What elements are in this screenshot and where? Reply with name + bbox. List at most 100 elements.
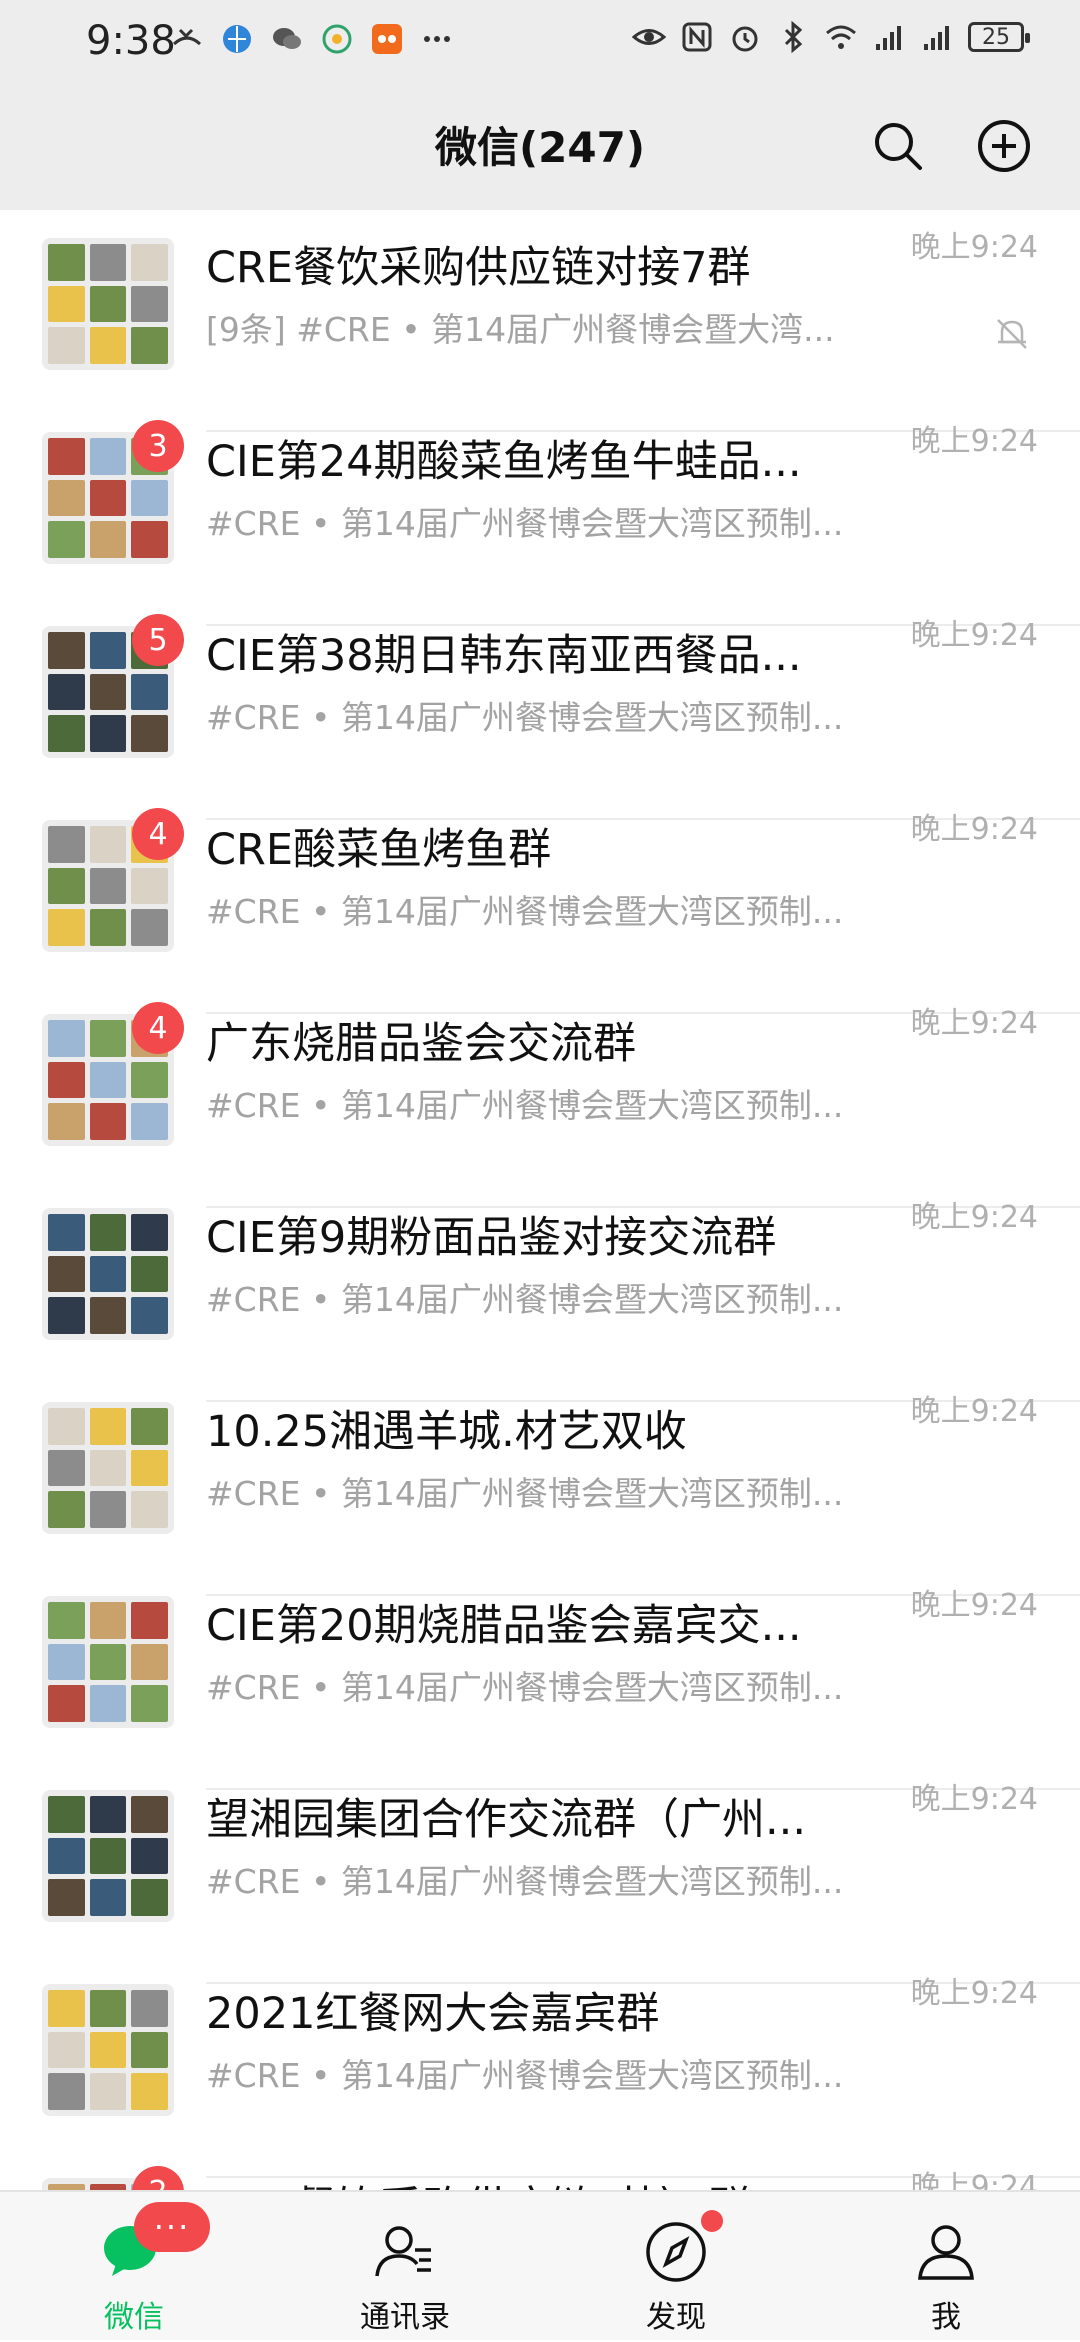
add-circle-icon[interactable]	[976, 118, 1032, 174]
chat-last-message: #CRE • 第14届广州餐博会暨大湾区预制...	[206, 1668, 844, 1707]
tab-chats-badge: ···	[134, 2202, 210, 2252]
chat-list-item[interactable]: 4 CRE酸菜鱼烤鱼群 #CRE • 第14届广州餐博会暨大湾区预制... 晚上9:2…	[0, 808, 1080, 1014]
avatar-tile	[89, 1990, 127, 2027]
avatar-tile	[48, 1061, 85, 1099]
chat-list-item[interactable]: CRE餐饮采购供应链对接7群 [9条] #CRE • 第14届广州餐博会暨大湾..…	[0, 230, 1080, 432]
browser-app-icon	[223, 25, 251, 53]
avatar-tile	[89, 521, 127, 558]
eye-icon	[632, 29, 666, 45]
chat-last-message: [9条] #CRE • 第14届广州餐博会暨大湾...	[206, 310, 835, 349]
tab-discover-label: 发现	[646, 2300, 706, 2335]
group-avatar	[42, 1402, 174, 1534]
avatar-tile	[89, 715, 127, 752]
avatar-tile	[89, 1643, 127, 1681]
avatar-tile	[48, 1879, 85, 1916]
chat-title: CIE第24期酸菜鱼烤鱼牛蛙品...	[206, 437, 802, 487]
chat-list-item[interactable]: 2021红餐网大会嘉宾群 #CRE • 第14届广州餐博会暨大湾区预制... 晚上9…	[0, 1976, 1080, 2178]
contacts-icon	[375, 2226, 431, 2277]
chat-time: 晚上9:24	[910, 1394, 1038, 1429]
avatar-tile	[89, 1796, 127, 1833]
avatar-tile	[89, 1685, 127, 1722]
chat-title: CRE餐饮采购供应链对接7群	[206, 243, 751, 293]
avatar-tile	[131, 909, 168, 946]
chat-list-item[interactable]: 4 广东烧腊品鉴会交流群 #CRE • 第14届广州餐博会暨大湾区预制... 晚上9:…	[0, 1002, 1080, 1208]
signal-icon	[876, 26, 901, 50]
avatar-tile	[48, 673, 85, 711]
avatar-tile	[131, 1297, 168, 1334]
avatar-tile	[48, 909, 85, 946]
avatar-tile	[131, 1990, 168, 2027]
chat-time: 晚上9:24	[910, 812, 1038, 847]
missed-call-icon	[172, 28, 202, 46]
chat-time: 晚上9:24	[910, 1976, 1038, 2011]
avatar-tile	[48, 244, 85, 281]
chat-list-item[interactable]: 10.25湘遇羊城.材艺双收 #CRE • 第14届广州餐博会暨大湾区预制... 晚…	[0, 1394, 1080, 1596]
group-avatar	[42, 1984, 174, 2116]
wechat-app-icon	[273, 28, 301, 49]
chat-title: CRE酸菜鱼烤鱼群	[206, 825, 552, 875]
avatar-tile	[131, 521, 168, 558]
chat-title: CIE第20期烧腊品鉴会嘉宾交...	[206, 1601, 802, 1651]
avatar-tile	[89, 244, 127, 281]
tab-chats-label: 微信	[104, 2300, 164, 2335]
chat-title: 望湘园集团合作交流群（广州...	[206, 1795, 807, 1845]
avatar-tile	[89, 1103, 127, 1140]
app-header: 微信(247)	[0, 84, 1080, 210]
chat-list-item[interactable]: CIE第20期烧腊品鉴会嘉宾交... #CRE • 第14届广州餐博会暨大湾区预制…	[0, 1588, 1080, 1790]
search-icon[interactable]	[870, 118, 926, 174]
bottom-tab-bar: ··· 微信 通讯录 发现 我	[0, 2190, 1080, 2340]
chat-last-message: #CRE • 第14届广州餐博会暨大湾区预制...	[206, 1862, 844, 1901]
avatar-tile	[89, 1449, 127, 1487]
chat-time: 晚上9:24	[910, 424, 1038, 459]
group-avatar	[42, 238, 174, 370]
chat-last-message: #CRE • 第14届广州餐博会暨大湾区预制...	[206, 1474, 844, 1513]
chat-list-item[interactable]: 2CRE餐饮采购供应链对接2群晚上9:24	[0, 2166, 1080, 2190]
tab-contacts[interactable]: 通讯录	[305, 2192, 505, 2342]
avatar-tile	[48, 2073, 85, 2110]
avatar-tile	[89, 2031, 127, 2069]
nfc-icon	[682, 22, 712, 52]
avatar-tile	[131, 1796, 168, 1833]
chat-list[interactable]: CRE餐饮采购供应链对接7群 [9条] #CRE • 第14届广州餐博会暨大湾..…	[0, 210, 1080, 2190]
avatar-tile	[131, 1837, 168, 1875]
avatar-tile	[48, 1255, 85, 1293]
avatar-tile	[89, 826, 127, 863]
avatar-tile	[131, 479, 168, 517]
chat-title: CRE餐饮采购供应链对接2群	[206, 2178, 856, 2190]
avatar-tile	[48, 2031, 85, 2069]
chat-last-message: #CRE • 第14届广州餐博会暨大湾区预制...	[206, 1280, 844, 1319]
avatar-tile	[48, 479, 85, 517]
chat-title: CIE第38期日韩东南亚西餐品...	[206, 631, 802, 681]
chat-app-icon	[322, 24, 352, 54]
chat-list-item[interactable]: 望湘园集团合作交流群（广州... #CRE • 第14届广州餐博会暨大湾区预制..…	[0, 1782, 1080, 1984]
chat-title: 10.25湘遇羊城.材艺双收	[206, 1407, 687, 1457]
tab-me[interactable]: 我	[846, 2192, 1046, 2342]
muted-bell-icon	[997, 319, 1027, 349]
tab-discover[interactable]: 发现	[576, 2192, 776, 2342]
avatar-tile	[48, 1643, 85, 1681]
avatar-tile	[89, 438, 127, 475]
avatar-tile	[48, 1214, 85, 1251]
avatar-tile	[89, 1061, 127, 1099]
chat-list-item[interactable]: 5 CIE第38期日韩东南亚西餐品... #CRE • 第14届广州餐博会暨大湾区预…	[0, 614, 1080, 820]
avatar-tile	[89, 1020, 127, 1057]
avatar-tile	[131, 327, 168, 364]
avatar-tile	[131, 1643, 168, 1681]
avatar-tile	[89, 1408, 127, 1445]
avatar-tile	[131, 715, 168, 752]
avatar-tile	[48, 826, 85, 863]
avatar-tile	[48, 521, 85, 558]
avatar-tile	[131, 244, 168, 281]
alarm-icon	[732, 26, 758, 52]
chat-list-item[interactable]: 3 CIE第24期酸菜鱼烤鱼牛蛙品... #CRE • 第14届广州餐博会暨大湾区预…	[0, 420, 1080, 626]
avatar-tile	[48, 1491, 85, 1528]
avatar-tile	[131, 1602, 168, 1639]
group-avatar	[42, 1596, 174, 1728]
chat-time: 晚上9:24	[910, 618, 1038, 653]
avatar-tile	[131, 2031, 168, 2069]
tab-chats[interactable]: ··· 微信	[34, 2192, 234, 2342]
avatar-tile	[131, 1214, 168, 1251]
avatar-tile	[131, 1255, 168, 1293]
chat-list-item[interactable]: CIE第9期粉面品鉴对接交流群 #CRE • 第14届广州餐博会暨大湾区预制...…	[0, 1200, 1080, 1402]
chat-title: 2021红餐网大会嘉宾群	[206, 1989, 660, 2039]
